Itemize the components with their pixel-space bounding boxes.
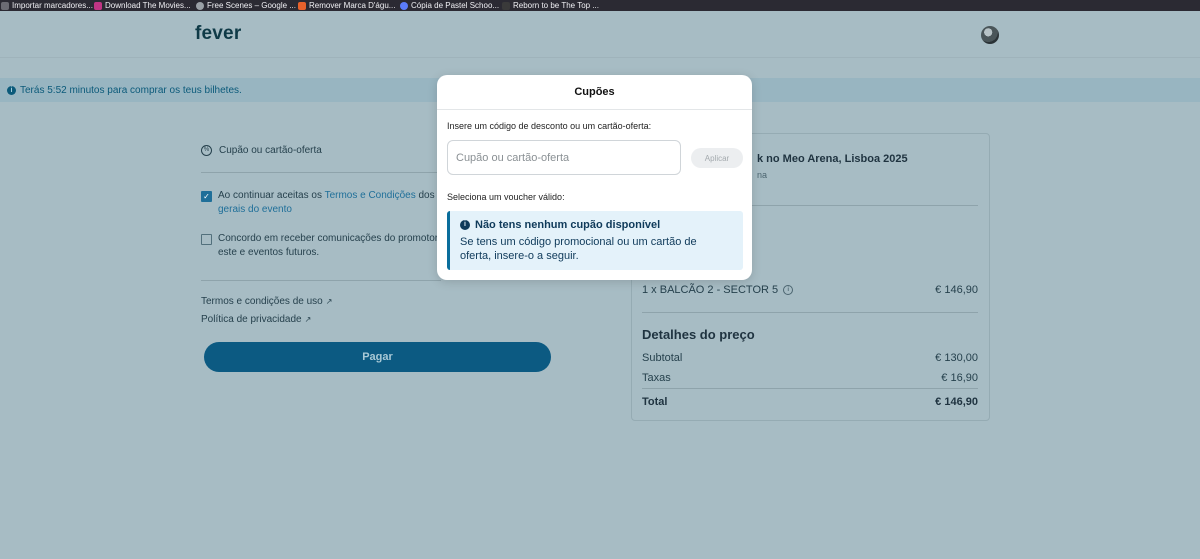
coupons-modal: Cupões Insere um código de desconto ou u… [437,75,752,280]
bookmark-label: Reborn to be The Top ... [513,1,599,10]
book-icon [502,1,510,10]
coupon-toggle[interactable]: % Cupão ou cartão-oferta [201,145,322,156]
terms-of-use-label: Termos e condições de uso [201,296,323,307]
marketing-line2: este e eventos futuros. [218,247,320,258]
terms-text: Ao continuar aceitas os Termos e Condiçõ… [218,189,443,217]
marketing-text: Concordo em receber comunicações do prom… [218,232,438,260]
info-icon: i [460,220,470,230]
total-label: Total [642,396,668,408]
divider [437,109,752,110]
taxes-row: Taxas € 16,90 [642,372,978,384]
external-link-icon: ↗ [325,297,333,306]
terms-of-use-link[interactable]: Termos e condições de uso ↗ [201,296,332,307]
divider [642,388,978,389]
coupon-icon: % [201,145,212,156]
code-label: Insere um código de desconto ou um cartã… [447,121,652,131]
voucher-label: Seleciona um voucher válido: [447,192,565,202]
movies-icon [94,1,102,10]
subtotal-label: Subtotal [642,352,683,364]
info-icon[interactable]: i [783,285,794,296]
timer-text: Terás 5:52 minutos para comprar os teus … [20,84,242,96]
info-icon: i [7,85,16,95]
bookmark-label: Remover Marca D'águ... [309,1,396,10]
privacy-policy-label: Política de privacidade [201,314,302,325]
ticket-price: € 146,90 [935,284,978,296]
bookmark-import[interactable]: Importar marcadores... [0,0,93,11]
subtotal-value: € 130,00 [935,352,978,364]
ticket-item: 1 x BALCÃO 2 - SECTOR 5 i [642,284,794,296]
bookmark-label: Importar marcadores... [12,1,93,10]
divider [201,172,441,173]
alert-title-text: Não tens nenhum cupão disponível [475,219,661,231]
bookmark-reborn[interactable]: Reborn to be The Top ... [501,0,602,11]
alert-title: i Não tens nenhum cupão disponível [460,219,660,231]
site-header: fever [0,11,1200,58]
no-coupons-alert: i Não tens nenhum cupão disponível Se te… [447,211,743,270]
terms-consent: ✓ Ao continuar aceitas os Termos e Condi… [201,189,461,217]
import-icon [1,1,9,10]
marketing-checkbox[interactable] [201,234,212,245]
bookmark-label: Free Scenes – Google ... [207,1,296,10]
external-link-icon: ↗ [304,315,312,324]
alert-text: Se tens um código promocional ou um cart… [460,236,697,262]
event-subtitle: na [757,170,768,180]
bookmark-download-movies[interactable]: Download The Movies... [93,0,195,11]
taxes-label: Taxas [642,372,671,384]
price-details-title: Detalhes do preço [642,327,755,342]
privacy-policy-link[interactable]: Política de privacidade ↗ [201,314,311,325]
apply-button[interactable]: Aplicar [691,148,743,168]
modal-title: Cupões [574,86,615,98]
bookmark-free-scenes[interactable]: Free Scenes – Google ... [195,0,297,11]
watermark-icon [298,1,306,10]
avatar[interactable] [981,26,999,44]
event-title: k no Meo Arena, Lisboa 2025 [757,153,908,165]
event-terms-link[interactable]: gerais do evento [218,204,292,215]
bookmark-label: Cópia de Pastel Schoo... [411,1,500,10]
subtotal-row: Subtotal € 130,00 [642,352,978,364]
taxes-value: € 16,90 [941,372,978,384]
coupon-code-input[interactable] [447,140,681,175]
total-value: € 146,90 [935,396,978,408]
bookmark-label: Download The Movies... [105,1,191,10]
divider [642,312,978,313]
globe-icon [196,1,204,10]
pay-button[interactable]: Pagar [204,342,551,372]
bookmark-remover-marca[interactable]: Remover Marca D'águ... [297,0,399,11]
terms-checkbox[interactable]: ✓ [201,191,212,202]
marketing-line1: Concordo em receber comunicações do prom… [218,233,439,244]
bookmark-pastel-school[interactable]: Cópia de Pastel Schoo... [399,0,501,11]
coupon-label: Cupão ou cartão-oferta [219,145,322,156]
ticket-item-label: 1 x BALCÃO 2 - SECTOR 5 [642,284,779,296]
divider [201,280,441,281]
fever-logo[interactable]: fever [195,23,241,45]
shield-icon [400,1,408,10]
bookmarks-bar: Importar marcadores... Download The Movi… [0,0,1200,11]
terms-prefix: Ao continuar aceitas os [218,190,325,201]
ticket-line: 1 x BALCÃO 2 - SECTOR 5 i € 146,90 [642,284,978,296]
terms-link[interactable]: Termos e Condições [325,190,416,201]
marketing-consent: Concordo em receber comunicações do prom… [201,232,461,260]
total-row: Total € 146,90 [642,396,978,408]
